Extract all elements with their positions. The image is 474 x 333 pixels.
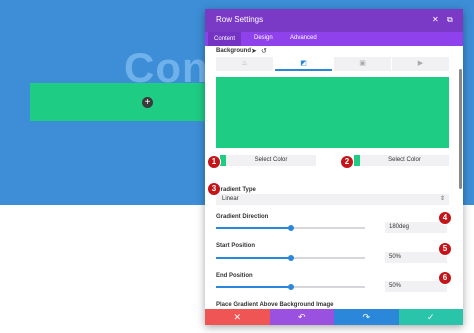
slider-fill xyxy=(216,227,291,229)
annotation-badge-6: 6 xyxy=(438,271,452,285)
end-position-value: 50% xyxy=(389,283,402,289)
slider-handle[interactable] xyxy=(287,255,294,261)
reset-icon[interactable]: ↺ xyxy=(261,47,267,55)
expand-icon[interactable]: ⧉ xyxy=(447,15,453,25)
gradient-icon[interactable]: ◩ xyxy=(275,57,332,71)
gradient-type-select[interactable]: Linear ⇕ xyxy=(216,194,449,205)
background-type-tabs: ♨ ◩ ▣ ▶ xyxy=(216,57,449,71)
modal-title: Row Settings xyxy=(216,15,264,24)
end-position-slider[interactable] xyxy=(216,284,365,290)
end-position-input[interactable]: 50% xyxy=(385,281,447,292)
annotation-badge-4: 4 xyxy=(438,211,452,225)
settings-body: Background ➤ ↺ ♨ ◩ ▣ ▶ Select Color Sele… xyxy=(205,46,455,320)
tab-content[interactable]: Content xyxy=(208,32,242,46)
gradient-type-value: Linear xyxy=(222,196,239,202)
paint-bucket-icon[interactable]: ♨ xyxy=(216,57,273,71)
annotation-badge-2: 2 xyxy=(340,155,354,169)
undo-button[interactable]: ↶ xyxy=(269,309,334,325)
annotation-badge-1: 1 xyxy=(207,155,221,169)
add-module-button[interactable]: + xyxy=(142,97,153,108)
modal-footer: ✕ ↶ ↷ ✓ xyxy=(205,309,463,325)
tab-advanced[interactable]: Advanced xyxy=(290,35,317,41)
slider-handle[interactable] xyxy=(287,284,294,290)
modal-header: Row Settings ✕ ⧉ xyxy=(205,9,463,32)
cancel-button[interactable]: ✕ xyxy=(205,309,270,325)
save-button[interactable]: ✓ xyxy=(398,309,463,325)
gradient-direction-label: Gradient Direction xyxy=(216,214,269,220)
redo-button[interactable]: ↷ xyxy=(334,309,399,325)
start-position-input[interactable]: 50% xyxy=(385,252,447,263)
gradient-preview xyxy=(216,77,449,148)
end-color-button[interactable]: Select Color xyxy=(360,155,449,166)
start-position-slider[interactable] xyxy=(216,255,365,261)
start-position-value: 50% xyxy=(389,254,402,260)
video-icon[interactable]: ▶ xyxy=(392,57,449,71)
tab-design[interactable]: Design xyxy=(254,35,273,41)
cursor-icon: ➤ xyxy=(251,48,257,55)
row-settings-modal: Row Settings ✕ ⧉ Content Design Advanced… xyxy=(205,9,463,325)
chevron-updown-icon: ⇕ xyxy=(439,196,445,202)
image-icon[interactable]: ▣ xyxy=(334,57,391,71)
end-position-label: End Position xyxy=(216,273,253,279)
slider-fill xyxy=(216,257,291,259)
above-image-label: Place Gradient Above Background Image xyxy=(216,302,334,308)
slider-fill xyxy=(216,286,291,288)
annotation-badge-3: 3 xyxy=(207,182,221,196)
start-color-button[interactable]: Select Color xyxy=(226,155,316,166)
scrollbar[interactable] xyxy=(459,69,462,189)
gradient-direction-input[interactable]: 180deg xyxy=(385,222,447,233)
gradient-direction-slider[interactable] xyxy=(216,225,365,231)
gradient-direction-value: 180deg xyxy=(389,224,410,230)
start-position-label: Start Position xyxy=(216,243,256,249)
slider-handle[interactable] xyxy=(287,225,294,231)
background-label: Background xyxy=(216,48,252,54)
row-section[interactable] xyxy=(30,83,210,121)
annotation-badge-5: 5 xyxy=(438,242,452,256)
gradient-type-label: Gradient Type xyxy=(216,187,256,193)
tab-bar: Content Design Advanced xyxy=(205,32,463,46)
close-icon[interactable]: ✕ xyxy=(432,15,439,24)
